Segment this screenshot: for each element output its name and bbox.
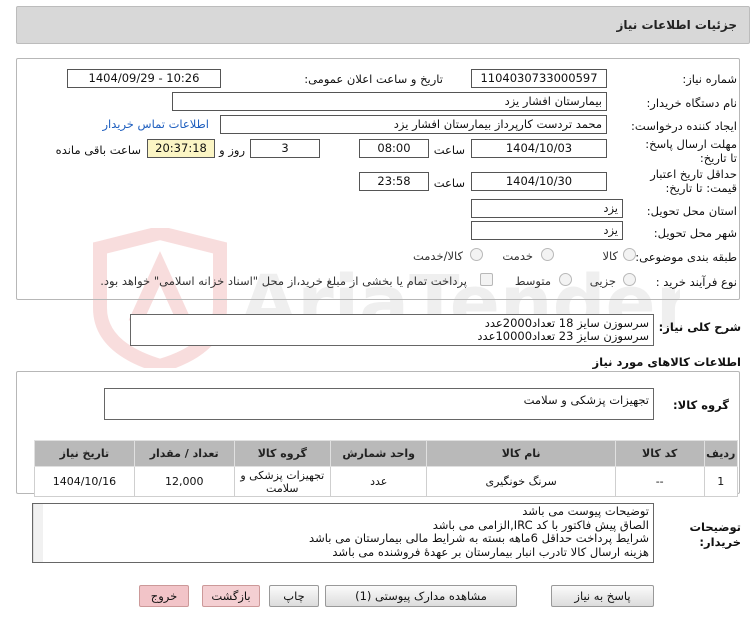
notes-scrollbar[interactable] (33, 504, 43, 562)
remaining-time-field: 20:37:18 (147, 139, 215, 158)
buyer-contact-link[interactable]: اطلاعات تماس خریدار (102, 117, 209, 131)
announce-field: 1404/09/29 - 10:26 (67, 69, 221, 88)
view-attachments-button[interactable]: مشاهده مدارک پیوستی (1) (325, 585, 517, 607)
description-textbox: سرسوزن سایز 18 تعداد2000عدد سرسوزن سایز … (130, 314, 654, 346)
need-number-label: شماره نیاز: (682, 72, 737, 86)
col-date: تاریخ نیاز (34, 440, 135, 467)
validity-date-field: 1404/10/30 (471, 172, 607, 191)
col-unit: واحد شمارش (329, 440, 428, 467)
reply-time-label: ساعت (433, 143, 465, 157)
treasury-note: پرداخت تمام یا بخشی از مبلغ خرید،از محل … (100, 274, 467, 288)
reply-time-field: 08:00 (359, 139, 429, 158)
page-title: جزئیات اطلاعات نیاز (616, 18, 737, 32)
validity-time-label: ساعت (433, 176, 465, 190)
page-header: جزئیات اطلاعات نیاز (16, 6, 750, 44)
goods-table: ردیف کد کالا نام کالا واحد شمارش گروه کا… (34, 440, 739, 497)
creator-field: محمد تردست کارپرداز بیمارستان افشار یزد (220, 115, 607, 134)
buyer-org-field: بیمارستان افشار یزد (172, 92, 607, 111)
cell-qty: 12,000 (133, 466, 235, 497)
buyer-notes-label: توضیحات خریدار: (689, 520, 742, 549)
cell-code: -- (614, 466, 705, 497)
goods-section-title: اطلاعات کالاهای مورد نیاز (592, 355, 741, 369)
category-option-goods-service: کالا/خدمت (412, 249, 463, 263)
process-option-medium: متوسط (514, 274, 551, 288)
cell-group: تجهیزات پزشکی و سلامت (233, 466, 332, 497)
days-field: 3 (250, 139, 320, 158)
process-radio-medium[interactable] (559, 273, 572, 286)
buyer-notes-textbox: توضیحات پیوست می باشد الصاق پیش فاکتور ب… (32, 503, 654, 563)
validity-time-field: 23:58 (359, 172, 429, 191)
col-qty: تعداد / مقدار (133, 440, 235, 467)
col-group: گروه کالا (233, 440, 332, 467)
days-label: روز و (219, 143, 245, 157)
description-label: شرح کلی نیاز: (658, 320, 741, 334)
exit-button[interactable]: خروج (139, 585, 189, 607)
buyer-note-line: الصاق پیش فاکتور با کد IRC,الزامی می باش… (432, 517, 649, 532)
buyer-note-line: شرایط پرداخت حداقل 6ماهه بسته به شرایط م… (309, 531, 649, 545)
goods-group-field: تجهیزات پزشکی و سلامت (104, 388, 654, 420)
category-radio-goods-service[interactable] (470, 248, 483, 261)
validity-label: حداقل تاریخ اعتبار قیمت: تا تاریخ: (650, 167, 737, 195)
category-radio-goods[interactable] (623, 248, 636, 261)
back-button[interactable]: بازگشت (202, 585, 260, 607)
remaining-label: ساعت باقی مانده (55, 143, 141, 157)
cell-name: سرنگ خونگیری (426, 466, 616, 497)
reply-deadline-label: مهلت ارسال پاسخ: تا تاریخ: (645, 137, 737, 165)
process-radio-minor[interactable] (623, 273, 636, 286)
announce-label: تاریخ و ساعت اعلان عمومی: (304, 72, 443, 86)
description-line: سرسوزن سایز 23 تعداد10000عدد (477, 329, 649, 343)
city-field: یزد (471, 221, 623, 240)
reply-button[interactable]: پاسخ به نیاز (551, 585, 654, 607)
category-option-service: خدمت (502, 249, 533, 263)
cell-date: 1404/10/16 (34, 466, 135, 497)
creator-label: ایجاد کننده درخواست: (631, 119, 737, 133)
col-code: کد کالا (614, 440, 705, 467)
province-label: استان محل تحویل: (646, 204, 737, 218)
goods-group-label: گروه کالا: (673, 398, 729, 412)
treasury-checkbox[interactable] (480, 273, 493, 286)
need-number-field: 1104030733000597 (471, 69, 607, 88)
col-row: ردیف (703, 440, 739, 467)
category-radio-service[interactable] (541, 248, 554, 261)
buyer-org-label: نام دستگاه خریدار: (646, 96, 737, 110)
buyer-note-line: هزینه ارسال کالا تادرب انبار بیمارستان ب… (332, 544, 649, 559)
process-label: نوع فرآیند خرید : (655, 275, 737, 289)
cell-row: 1 (703, 466, 739, 497)
city-label: شهر محل تحویل: (653, 226, 737, 240)
buyer-note-line: توضیحات پیوست می باشد (522, 504, 649, 518)
print-button[interactable]: چاپ (269, 585, 319, 607)
goods-table-header: ردیف کد کالا نام کالا واحد شمارش گروه کا… (34, 440, 739, 467)
category-option-goods: کالا (602, 249, 618, 263)
reply-date-field: 1404/10/03 (471, 139, 607, 158)
category-label: طبقه بندی موضوعی: (635, 250, 737, 264)
table-row: 1 -- سرنگ خونگیری عدد تجهیزات پزشکی و سل… (34, 466, 739, 497)
cell-unit: عدد (329, 466, 428, 497)
province-field: یزد (471, 199, 623, 218)
process-option-minor: جزیی (589, 274, 616, 288)
col-name: نام کالا (426, 440, 616, 467)
